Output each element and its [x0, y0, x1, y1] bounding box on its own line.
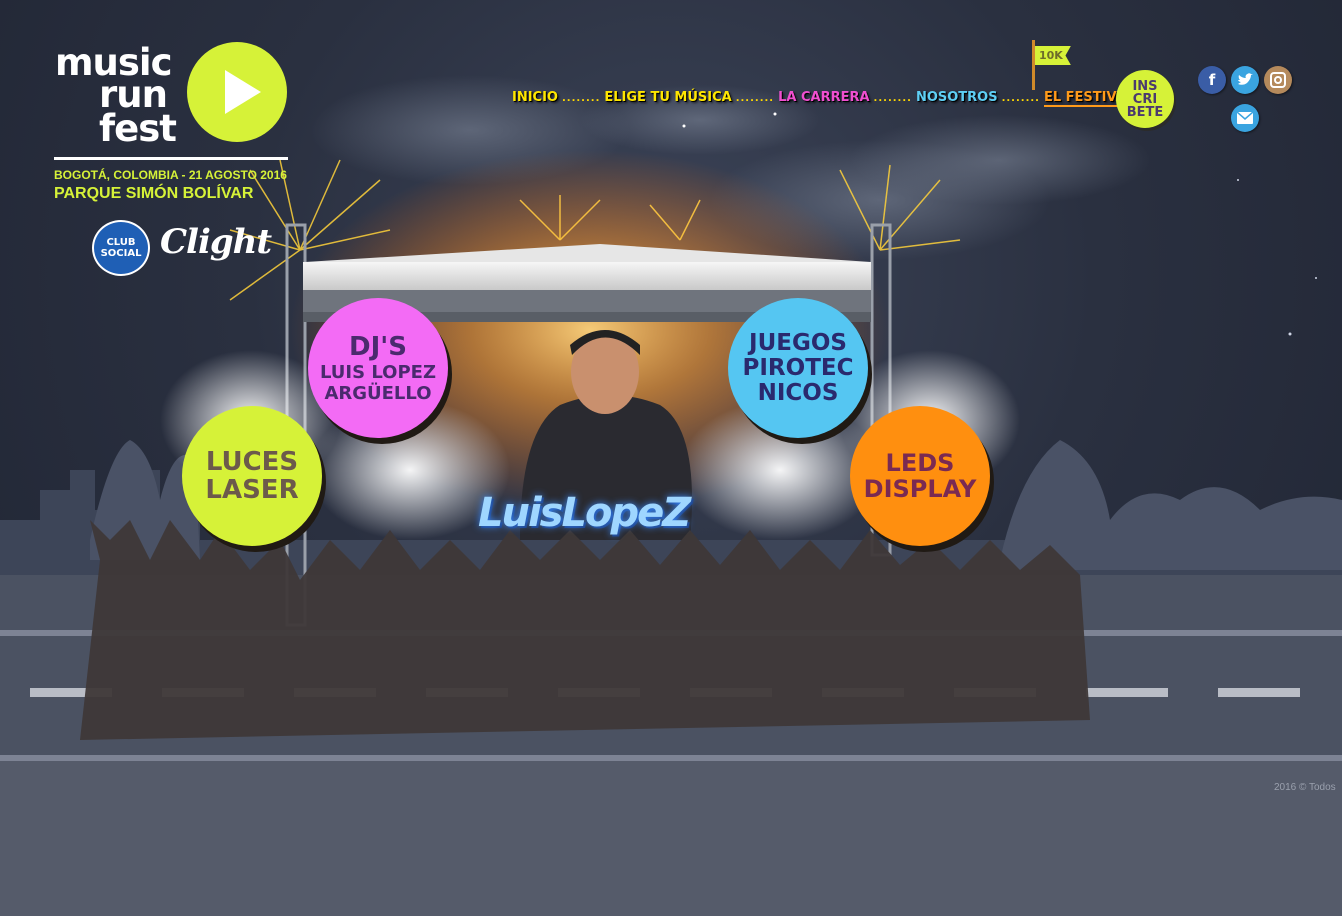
- mail-icon[interactable]: [1231, 104, 1259, 132]
- star: [1288, 332, 1292, 336]
- nav-inicio[interactable]: INICIO: [512, 90, 558, 105]
- inscribete-line-3: BETE: [1126, 104, 1164, 120]
- event-venue: PARQUE SIMÓN BOLÍVAR: [54, 185, 254, 202]
- flag-10k-label: 10K: [1035, 46, 1071, 65]
- cloud: [850, 115, 1150, 205]
- road-edge: [0, 755, 1342, 761]
- nav-separator: ........: [561, 93, 601, 104]
- logo-divider: [54, 157, 288, 160]
- star: [1237, 179, 1239, 181]
- nav-la-carrera[interactable]: LA CARRERA: [778, 90, 869, 105]
- bubble-djs[interactable]: DJ'S LUIS LOPEZ ARGÜELLO: [308, 298, 448, 438]
- logo-word-fest: fest: [99, 107, 177, 150]
- bubble-leds-line-1: LEDS: [885, 449, 955, 477]
- bubble-djs-line-2: LUIS LOPEZ: [319, 361, 437, 383]
- sponsor-club-social: CLUB SOCIAL: [92, 220, 150, 276]
- nav-elige-tu-musica[interactable]: ELIGE TU MÚSICA: [604, 90, 731, 105]
- nav-separator: ........: [735, 93, 775, 104]
- copyright-text: 2016 © Todos: [1274, 782, 1336, 793]
- inscribete-button[interactable]: INS CRI BETE: [1116, 70, 1174, 128]
- twitter-icon[interactable]: [1231, 66, 1259, 94]
- crowd: [80, 520, 1090, 740]
- star: [1315, 277, 1317, 279]
- brand-logo[interactable]: music run fest: [55, 42, 295, 162]
- bubble-djs-line-3: ARGÜELLO: [324, 382, 432, 404]
- main-nav: INICIO ........ ELIGE TU MÚSICA ........…: [512, 90, 1135, 107]
- flag-10k: 10K: [1032, 40, 1072, 90]
- instagram-icon[interactable]: [1264, 66, 1292, 94]
- flag-pole: [1032, 40, 1035, 90]
- bubble-juegos-line-2: PIROTEC: [742, 354, 854, 381]
- star: [682, 124, 686, 128]
- bubble-luces-line-1: LUCES: [205, 447, 299, 477]
- bubble-juegos-line-1: JUEGOS: [749, 329, 847, 356]
- bubble-leds-line-2: DISPLAY: [863, 475, 977, 503]
- lower-ground: [0, 761, 1342, 916]
- nav-nosotros[interactable]: NOSOTROS: [916, 90, 998, 105]
- sponsor-clight: Clight: [160, 222, 272, 262]
- dj-logo: LuisLopeZ: [478, 490, 691, 536]
- inscribete-line-2: CRI: [1132, 91, 1158, 107]
- bubble-juegos-pirotecnicos[interactable]: JUEGOS PIROTEC NICOS: [728, 298, 868, 438]
- bubble-djs-line-1: DJ'S: [349, 331, 407, 362]
- sponsor-club-social-label: CLUB SOCIAL: [100, 237, 142, 259]
- nav-separator: ........: [1001, 93, 1040, 104]
- inscribete-line-1: INS: [1132, 78, 1158, 94]
- nav-separator: ........: [873, 93, 912, 104]
- star: [773, 112, 777, 116]
- bubble-luces-line-2: LASER: [205, 475, 299, 505]
- facebook-icon[interactable]: f: [1198, 66, 1226, 94]
- bubble-juegos-line-3: NICOS: [757, 379, 839, 406]
- play-icon: [187, 42, 287, 142]
- event-date-location: BOGOTÁ, COLOMBIA - 21 AGOSTO 2016: [54, 168, 287, 182]
- bubble-leds-display[interactable]: LEDS DISPLAY: [850, 406, 990, 546]
- bubble-luces-laser[interactable]: LUCES LASER: [182, 406, 322, 546]
